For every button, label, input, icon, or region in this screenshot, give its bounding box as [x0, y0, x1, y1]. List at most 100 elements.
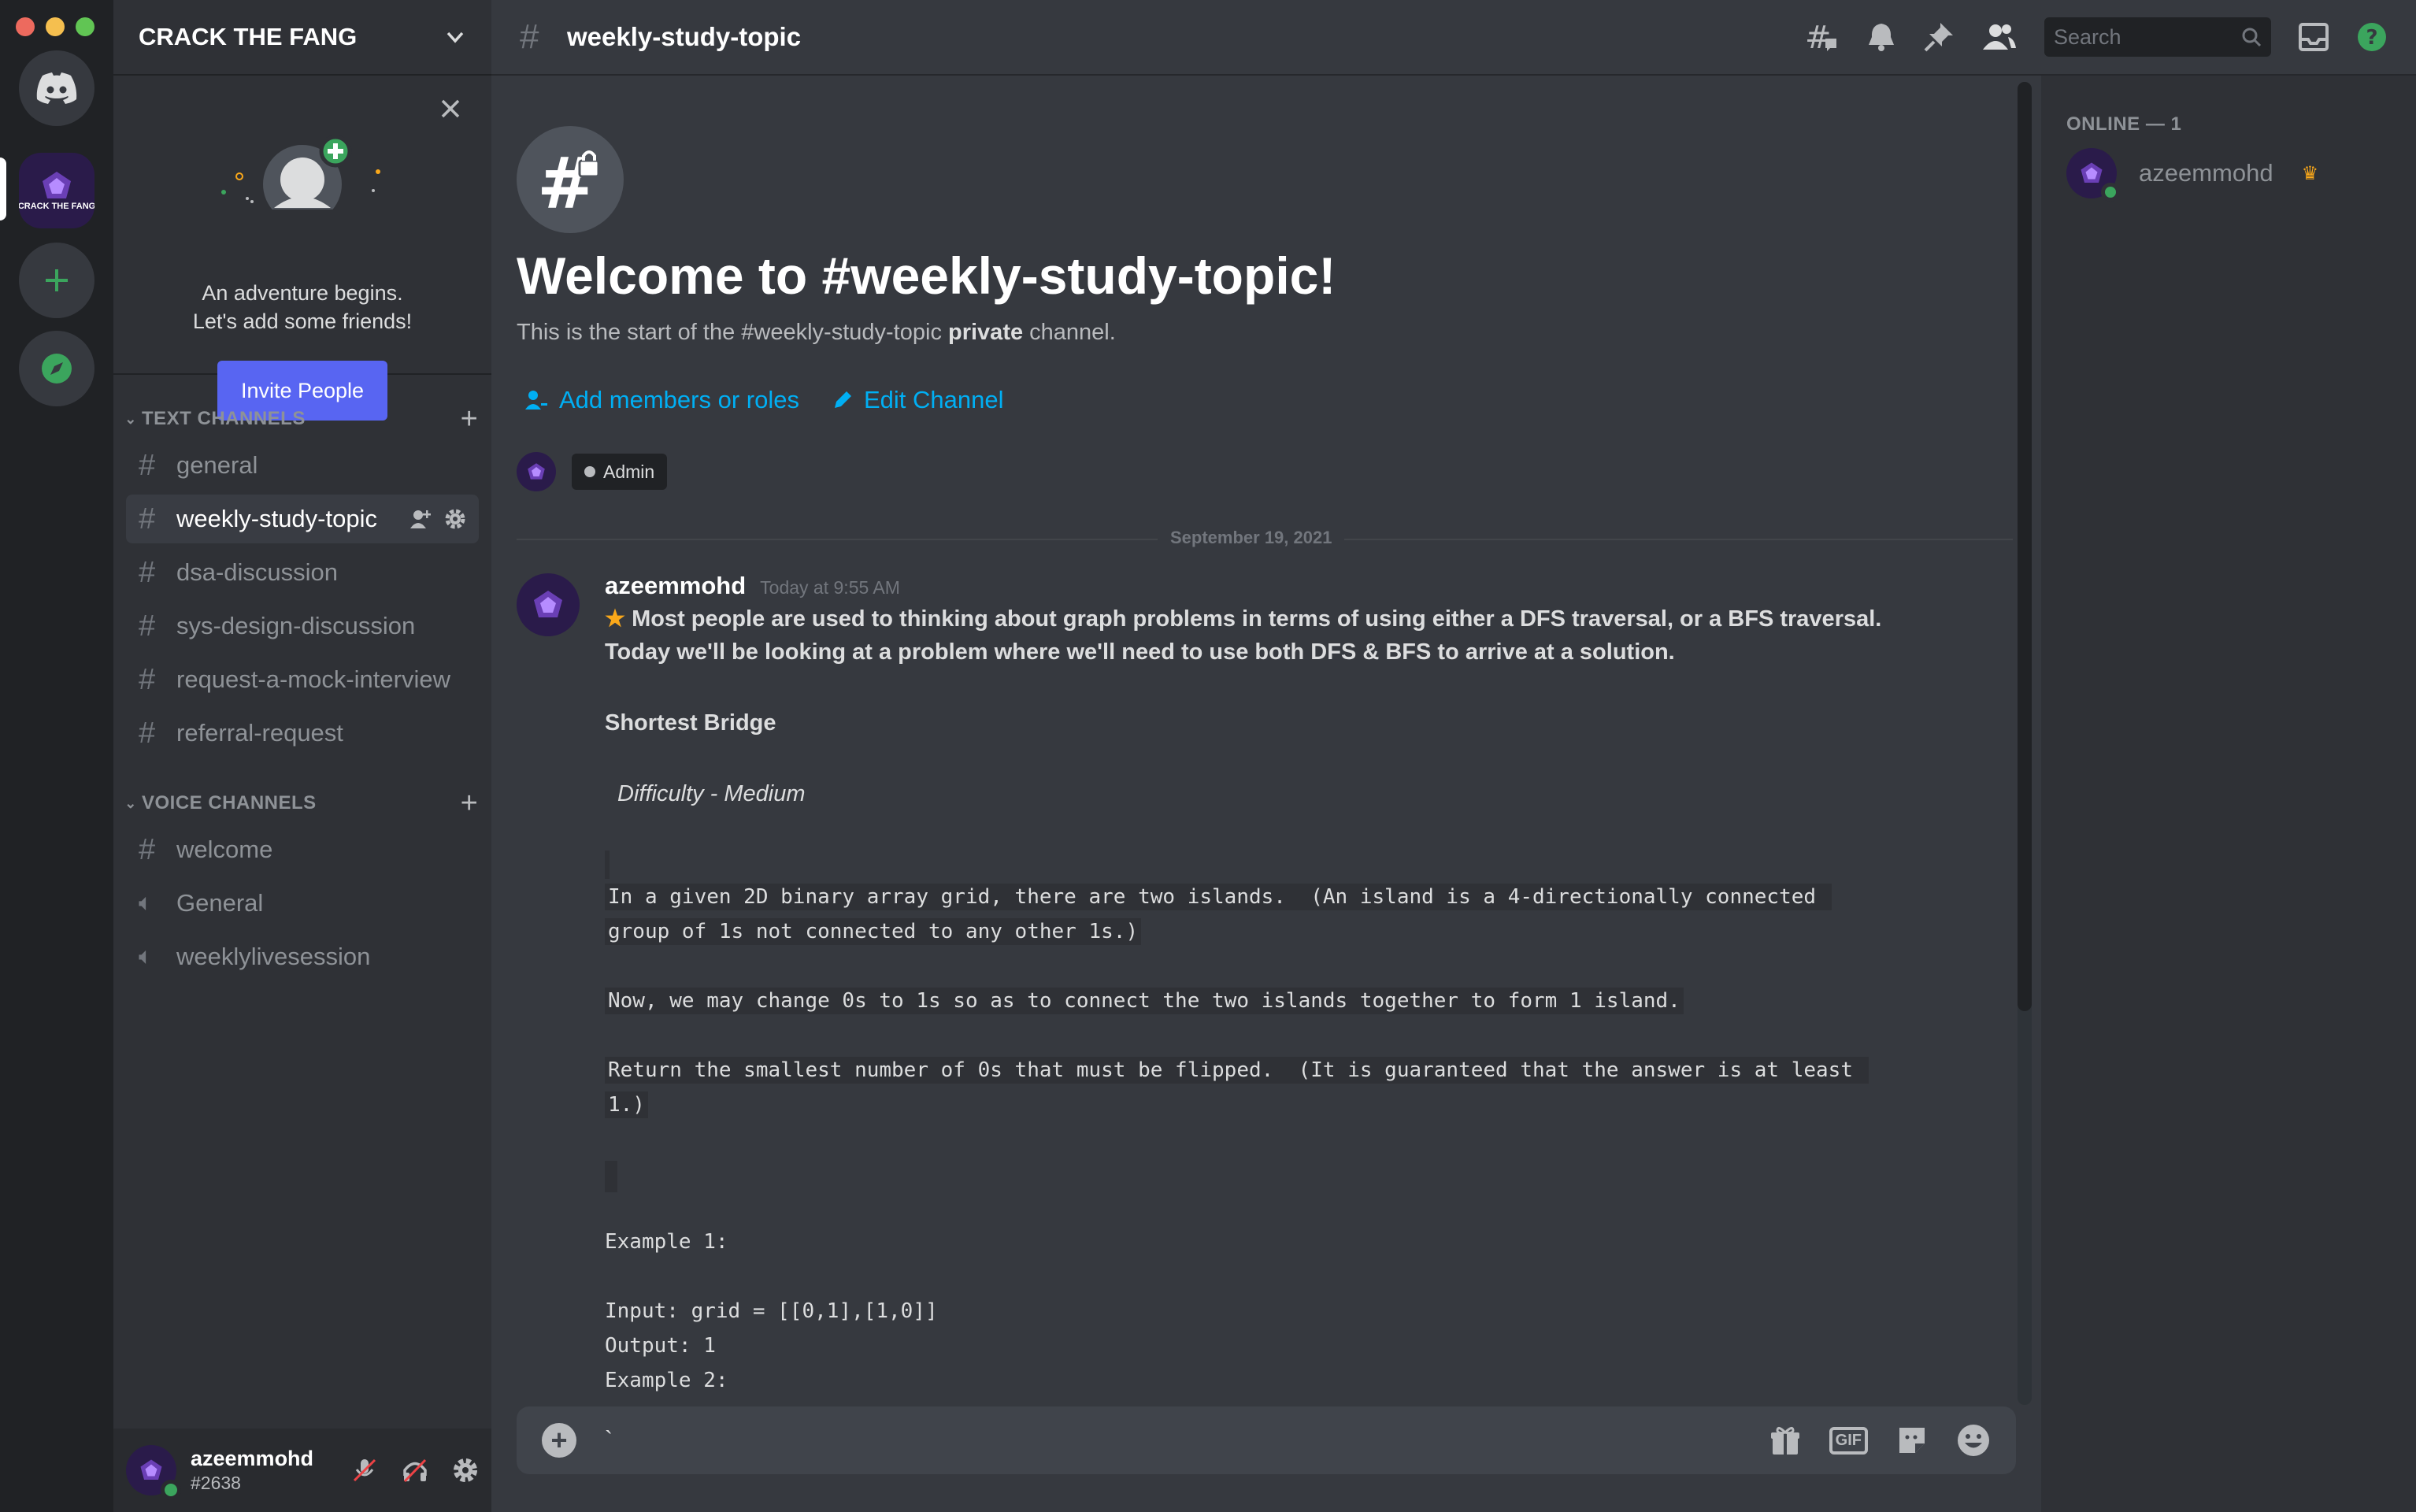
pencil-icon	[834, 391, 851, 408]
online-status-dot	[2101, 183, 2120, 202]
hashtag-icon: #	[139, 832, 156, 866]
mute-microphone-icon[interactable]	[351, 1457, 378, 1484]
gift-icon[interactable]	[1769, 1425, 1801, 1456]
emoji-picker-icon[interactable]	[1956, 1423, 1991, 1458]
text-channels-label: TEXT CHANNELS	[142, 408, 306, 429]
channel-name: welcome	[176, 836, 273, 863]
zoom-window-button[interactable]	[76, 17, 94, 36]
example-input: Input: grid = [[0,1],[1,0]]	[605, 1299, 938, 1323]
invite-card-text: An adventure begins. Let's add some frie…	[113, 279, 491, 335]
add-friend-illustration-icon	[221, 135, 380, 209]
svg-text:#: #	[537, 145, 596, 214]
search-input[interactable]: Search	[2044, 17, 2271, 57]
compass-icon	[42, 354, 72, 384]
channel-name: weeklylivesession	[176, 943, 371, 970]
channel-weekly-study-topic[interactable]: # weekly-study-topic	[126, 495, 479, 543]
code-line: In a given 2D binary array grid, there a…	[605, 884, 1832, 910]
empty-code-line	[605, 1161, 617, 1192]
help-icon[interactable]: ?	[2356, 21, 2388, 53]
role-name: Admin	[603, 461, 655, 482]
pinned-messages-icon[interactable]	[1923, 21, 1955, 53]
private-label: private	[948, 320, 1024, 345]
home-button[interactable]	[19, 50, 94, 126]
server-crack-the-fang[interactable]: CRACK THE FANG	[19, 153, 94, 228]
voice-channel-weeklylivesession[interactable]: 🔈︎ weeklylivesession	[126, 932, 479, 981]
user-settings-gear-icon[interactable]	[452, 1457, 479, 1484]
role-color-dot	[584, 466, 595, 477]
edit-channel-link[interactable]: Edit Channel	[832, 386, 1004, 414]
message-list[interactable]: # Welcome to #weekly-study-topic! This i…	[491, 76, 2066, 1408]
speaker-icon: 🔈︎	[139, 943, 153, 969]
message-avatar[interactable]	[517, 573, 580, 636]
channel-header: # weekly-study-topic # Search ?	[491, 0, 2416, 76]
voice-channel-general[interactable]: 🔈︎ General	[126, 879, 479, 928]
close-window-button[interactable]	[16, 17, 35, 36]
avatar[interactable]	[126, 1445, 181, 1500]
create-channel-plus-icon[interactable]: +	[454, 402, 485, 436]
role-badge[interactable]: Admin	[572, 454, 668, 490]
threads-icon[interactable]: #	[1805, 21, 1840, 53]
private-hashtag-icon: #	[520, 17, 539, 56]
create-channel-plus-icon[interactable]: +	[454, 787, 485, 821]
member-list-icon[interactable]	[1981, 21, 2018, 53]
example-heading: Example 2:	[605, 1369, 728, 1392]
channel-request-a-mock-interview[interactable]: # request-a-mock-interview	[126, 655, 479, 704]
channel-referral-request[interactable]: # referral-request	[126, 709, 479, 758]
welcome-subtitle-text: This is the start of the #weekly-study-t…	[517, 320, 948, 345]
add-members-label: Add members or roles	[559, 386, 799, 413]
voice-channels-category[interactable]: ⌄ VOICE CHANNELS +	[120, 787, 485, 821]
date-divider-label: September 19, 2021	[1158, 528, 1345, 548]
edit-channel-label: Edit Channel	[863, 386, 1004, 413]
message-text: Today we'll be looking at a problem wher…	[605, 639, 1675, 665]
member-item[interactable]: azeemmohd ♛	[2066, 148, 2318, 202]
guild-header[interactable]: CRACK THE FANG	[113, 0, 491, 76]
add-server-button[interactable]	[19, 243, 94, 318]
channel-dsa-discussion[interactable]: # dsa-discussion	[126, 548, 479, 597]
hashtag-icon: #	[139, 609, 156, 643]
invite-card-line2: Let's add some friends!	[192, 309, 413, 333]
channel-general[interactable]: # general	[126, 441, 479, 490]
channel-name: general	[176, 451, 258, 479]
code-line: Now, we may change 0s to 1s so as to con…	[605, 988, 1684, 1014]
member-name: azeemmohd	[2139, 159, 2273, 187]
message-input[interactable]: `	[605, 1427, 1769, 1454]
private-hashtag-icon: #	[139, 502, 156, 536]
member-list: ONLINE — 1 azeemmohd ♛	[2041, 76, 2416, 1512]
close-icon[interactable]	[439, 98, 461, 120]
star-emoji-icon: ★	[605, 606, 625, 632]
channel-sys-design-discussion[interactable]: # sys-design-discussion	[126, 602, 479, 650]
welcome-subtitle-end: channel.	[1023, 320, 1116, 345]
server-logo-icon	[528, 463, 545, 480]
problem-title: Shortest Bridge	[605, 710, 776, 736]
channel-name: request-a-mock-interview	[176, 665, 450, 693]
channel-welcome[interactable]: # welcome	[126, 825, 479, 874]
message-composer[interactable]: + ` GIF	[517, 1406, 2016, 1474]
scrollbar-thumb[interactable]	[2018, 82, 2032, 1011]
add-members-link[interactable]: Add members or roles	[524, 386, 799, 414]
sticker-icon[interactable]	[1896, 1425, 1928, 1456]
welcome-title: Welcome to #weekly-study-topic!	[517, 246, 1336, 305]
server-logo-icon	[534, 591, 562, 617]
upload-plus-icon[interactable]: +	[542, 1423, 576, 1458]
gif-picker-icon[interactable]: GIF	[1829, 1426, 1868, 1455]
deafen-headphones-icon[interactable]	[402, 1457, 428, 1484]
channel-icon: #	[517, 126, 624, 233]
text-channels-category[interactable]: ⌄ TEXT CHANNELS +	[120, 402, 485, 436]
message-timestamp: Today at 9:55 AM	[760, 577, 900, 598]
notification-bell-icon[interactable]	[1866, 21, 1896, 53]
add-member-icon	[525, 391, 547, 410]
plus-icon	[46, 269, 68, 291]
avatar[interactable]	[517, 452, 556, 491]
inbox-icon[interactable]	[2298, 22, 2329, 52]
message-line: ★ Most people are used to thinking about…	[605, 605, 1881, 632]
create-invite-icon[interactable]	[409, 508, 432, 530]
gear-icon[interactable]	[444, 508, 466, 530]
chevron-down-icon	[447, 32, 464, 43]
channel-name: dsa-discussion	[176, 558, 339, 586]
user-discriminator: #2638	[191, 1473, 241, 1493]
explore-servers-button[interactable]	[19, 331, 94, 406]
minimize-window-button[interactable]	[46, 17, 65, 36]
message-author[interactable]: azeemmohd	[605, 572, 746, 600]
voice-channels-label: VOICE CHANNELS	[142, 792, 317, 813]
avatar	[2066, 148, 2120, 202]
